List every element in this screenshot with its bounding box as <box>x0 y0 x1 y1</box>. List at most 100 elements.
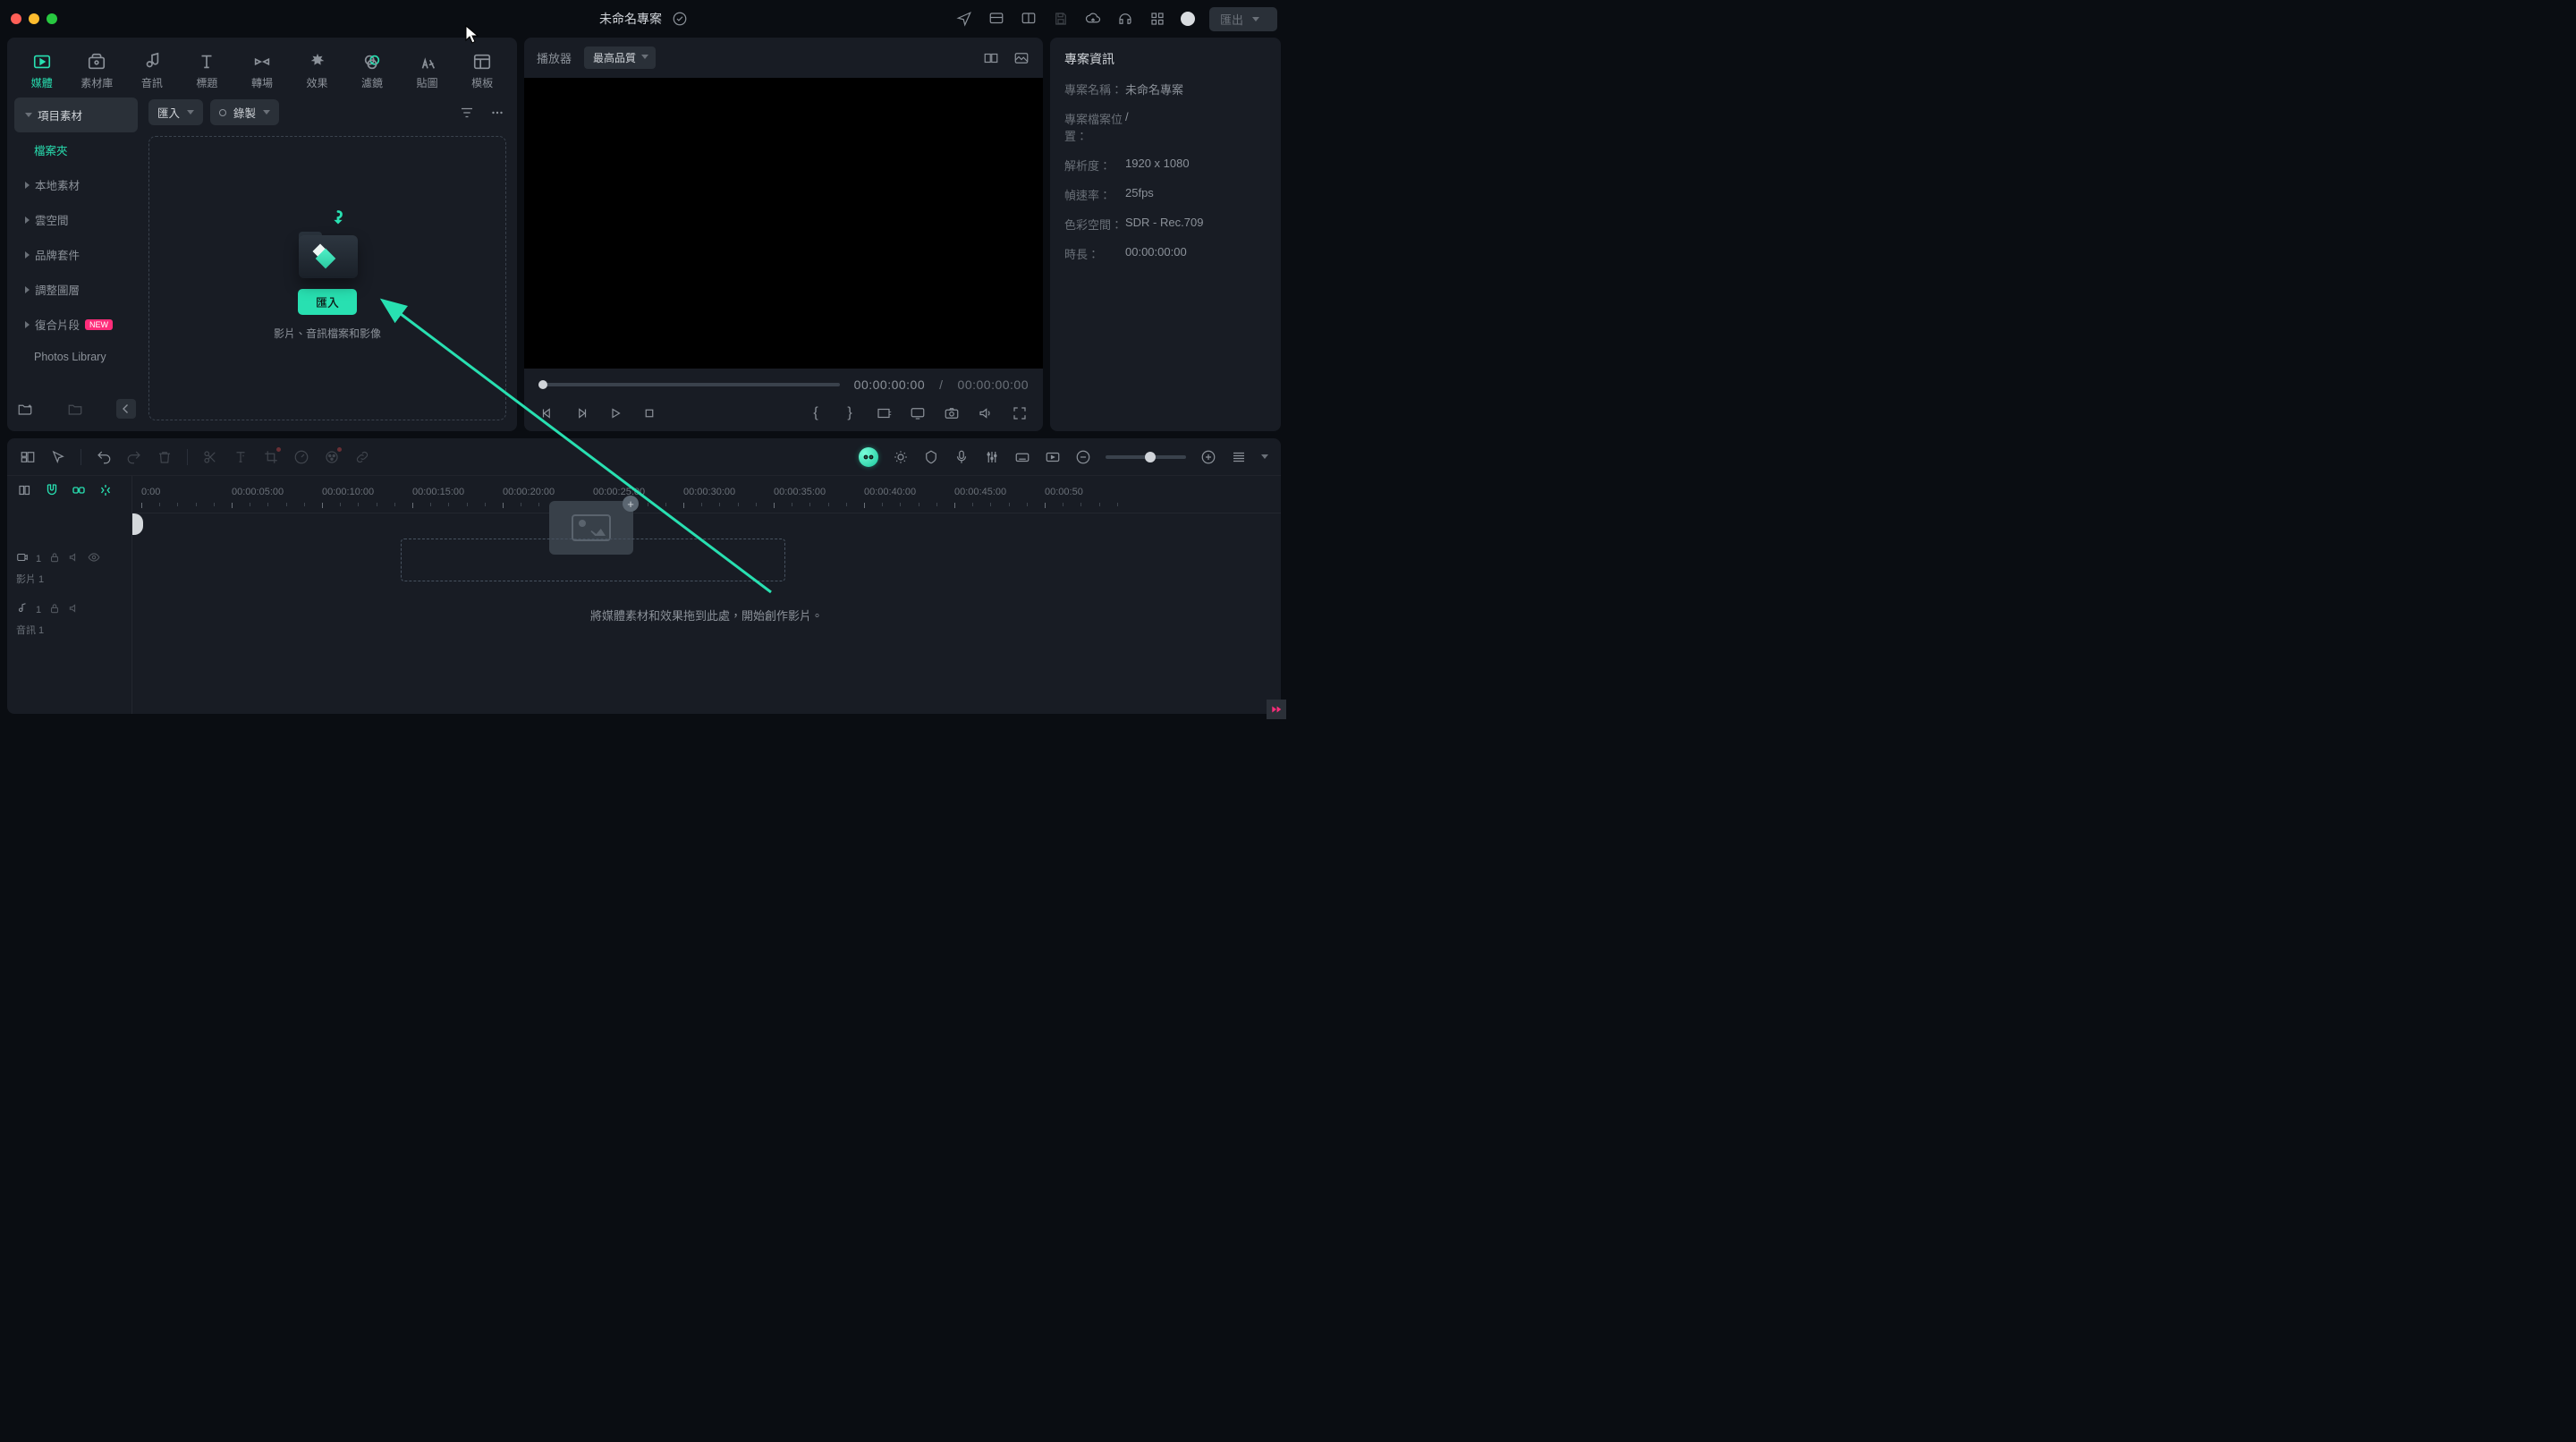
preview-stage[interactable] <box>524 78 1043 369</box>
tab-template[interactable]: 模板 <box>456 47 508 90</box>
display-device-icon[interactable] <box>909 404 927 422</box>
panel-layout-2-icon[interactable] <box>1020 10 1038 28</box>
mute-icon[interactable] <box>68 602 80 617</box>
media-dropzone[interactable]: 匯入 影片、音訊檔案和影像 <box>148 136 506 420</box>
sidebar-item-local[interactable]: 本地素材 <box>14 167 138 202</box>
sidebar-item-project-media[interactable]: 項目素材 <box>14 98 138 132</box>
filter-sort-icon[interactable] <box>458 104 476 122</box>
tab-title[interactable]: 標題 <box>181 47 233 90</box>
audio-mixer-icon[interactable] <box>984 449 1000 465</box>
tab-audio[interactable]: 音訊 <box>126 47 178 90</box>
import-button[interactable]: 匯入 <box>298 289 357 315</box>
keyboard-icon[interactable] <box>1014 449 1030 465</box>
track-header-column: 1 影片 1 1 音訊 1 <box>7 476 132 714</box>
scrub-track[interactable] <box>538 383 840 386</box>
play-icon[interactable] <box>606 404 624 422</box>
sidebar-item-cloud[interactable]: 雲空間 <box>14 202 138 237</box>
stop-icon[interactable] <box>640 404 658 422</box>
tab-sticker[interactable]: 貼圖 <box>402 47 453 90</box>
link-icon[interactable] <box>354 449 370 465</box>
mute-icon[interactable] <box>68 551 80 566</box>
delete-icon[interactable] <box>157 449 173 465</box>
panel-layout-1-icon[interactable] <box>987 10 1005 28</box>
tab-transition[interactable]: 轉場 <box>236 47 288 90</box>
ruler-tick: 00:00:35:00 <box>774 487 826 497</box>
selection-tool-icon[interactable] <box>50 449 66 465</box>
timeline-toolbar <box>7 438 1281 476</box>
undo-icon[interactable] <box>96 449 112 465</box>
visibility-icon[interactable] <box>88 551 100 566</box>
collapse-sidebar-button[interactable] <box>116 399 136 419</box>
mark-out-icon[interactable]: } <box>841 404 859 422</box>
tab-filter[interactable]: 濾鏡 <box>346 47 398 90</box>
enhance-icon[interactable] <box>893 449 909 465</box>
timeline-ruler[interactable]: 0:0000:00:05:0000:00:10:0000:00:15:0000:… <box>132 476 1281 513</box>
folder-icon[interactable] <box>66 400 84 418</box>
tab-media[interactable]: 媒體 <box>16 47 68 90</box>
new-folder-icon[interactable] <box>16 400 34 418</box>
cloud-upload-icon[interactable] <box>1084 10 1102 28</box>
chevron-down-icon[interactable] <box>1261 454 1268 459</box>
template-icon <box>472 52 492 72</box>
aspect-ratio-icon[interactable] <box>875 404 893 422</box>
crop-icon[interactable] <box>263 449 279 465</box>
minimize-window-button[interactable] <box>29 13 39 24</box>
linked-selection-icon[interactable] <box>70 481 88 499</box>
paper-plane-icon[interactable] <box>955 10 973 28</box>
lock-icon[interactable] <box>48 551 61 566</box>
lock-icon[interactable] <box>48 602 61 617</box>
snapshot-icon[interactable] <box>943 404 961 422</box>
sidebar-item-compound[interactable]: 復合片段 NEW <box>14 307 138 342</box>
color-icon[interactable] <box>324 449 340 465</box>
tab-stock[interactable]: 素材庫 <box>71 47 123 90</box>
redo-icon[interactable] <box>126 449 142 465</box>
sidebar-item-photos-library[interactable]: Photos Library <box>14 342 138 372</box>
volume-icon[interactable] <box>977 404 995 422</box>
mark-in-icon[interactable]: { <box>807 404 825 422</box>
marker-icon[interactable] <box>923 449 939 465</box>
sidebar-item-adjustment-layer[interactable]: 調整圖層 <box>14 272 138 307</box>
split-icon[interactable] <box>202 449 218 465</box>
headset-icon[interactable] <box>1116 10 1134 28</box>
sidebar-item-folder[interactable]: 檔案夾 <box>14 132 138 167</box>
picture-icon[interactable] <box>1013 49 1030 67</box>
ai-assistant-icon[interactable] <box>859 447 878 467</box>
tl-layout-icon[interactable] <box>20 449 36 465</box>
user-avatar[interactable] <box>1181 12 1195 26</box>
render-icon[interactable] <box>1045 449 1061 465</box>
record-dropdown[interactable]: 錄製 <box>210 99 279 125</box>
save-icon[interactable] <box>1052 10 1070 28</box>
next-frame-icon[interactable] <box>572 404 590 422</box>
export-label: 匯出 <box>1220 11 1243 28</box>
magnet-icon[interactable] <box>43 481 61 499</box>
zoom-thumb[interactable] <box>1145 452 1156 462</box>
sequence-icon[interactable] <box>16 481 34 499</box>
playhead-handle[interactable] <box>132 513 143 535</box>
quality-select[interactable]: 最高品質 <box>584 47 656 69</box>
text-icon[interactable] <box>233 449 249 465</box>
zoom-in-icon[interactable] <box>1200 449 1216 465</box>
zoom-out-icon[interactable] <box>1075 449 1091 465</box>
sidebar-item-brandkit[interactable]: 品牌套件 <box>14 237 138 272</box>
timeline-drop-target[interactable] <box>401 539 785 581</box>
import-dropdown[interactable]: 匯入 <box>148 99 203 125</box>
fullscreen-icon[interactable] <box>1011 404 1029 422</box>
speed-icon[interactable] <box>293 449 309 465</box>
compare-view-icon[interactable] <box>982 49 1000 67</box>
prev-frame-icon[interactable] <box>538 404 556 422</box>
apps-grid-icon[interactable] <box>1148 10 1166 28</box>
zoom-window-button[interactable] <box>47 13 57 24</box>
timeline-tracks[interactable]: 0:0000:00:05:0000:00:10:0000:00:15:0000:… <box>132 476 1281 714</box>
voiceover-icon[interactable] <box>953 449 970 465</box>
more-icon[interactable] <box>488 104 506 122</box>
track-view-icon[interactable] <box>1231 449 1247 465</box>
scrub-thumb[interactable] <box>538 380 547 389</box>
close-window-button[interactable] <box>11 13 21 24</box>
auto-ripple-icon[interactable] <box>97 481 114 499</box>
audio-icon <box>142 52 162 72</box>
audio-track-header[interactable]: 1 <box>7 597 131 623</box>
export-button[interactable]: 匯出 <box>1209 7 1277 31</box>
tab-effect[interactable]: 效果 <box>292 47 343 90</box>
video-track-header[interactable]: 1 <box>7 546 131 572</box>
zoom-slider[interactable] <box>1106 455 1186 459</box>
